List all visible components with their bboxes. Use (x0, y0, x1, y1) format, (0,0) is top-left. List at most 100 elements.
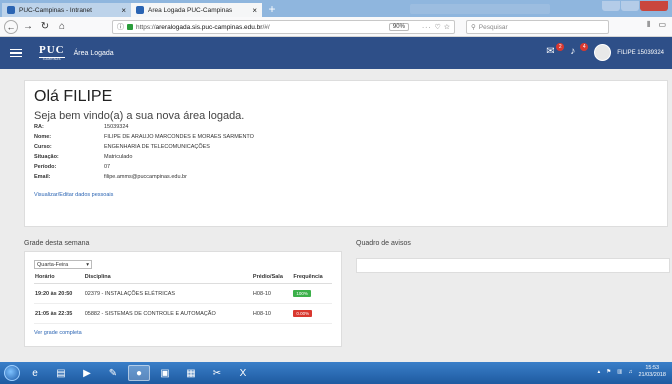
alert-badge: 4 (580, 42, 589, 51)
field-label: Período: (34, 163, 57, 170)
class-discipline: 02379 - INSTALAÇÕES ELÉTRICAS (83, 283, 252, 304)
folder-icon[interactable]: ▤ (50, 365, 72, 381)
field-value: 15039324 (104, 124, 129, 130)
url-text[interactable]: https://areralogada.sis.puc-campinas.edu… (136, 24, 386, 31)
tab-label: Área Logada PUC-Campinas (148, 6, 233, 14)
library-icon[interactable]: ⫴ (647, 20, 650, 30)
maximize-button[interactable] (621, 1, 639, 11)
class-room: H08-10 (251, 283, 293, 304)
field-value: 07 (104, 163, 111, 170)
tab-area-logada[interactable]: Área Logada PUC-Campinas × (131, 3, 262, 17)
ie-icon[interactable]: e (24, 365, 46, 381)
field-label: Curso: (34, 143, 52, 150)
paint-icon[interactable]: ✎ (102, 365, 124, 381)
close-tab-icon[interactable]: × (252, 6, 257, 15)
class-time: 19:20 às 20:50 (34, 283, 84, 304)
explorer-icon[interactable]: ▣ (154, 365, 176, 381)
frequency-badge: 100% (293, 290, 311, 297)
back-arrow-icon[interactable]: ← (4, 19, 18, 34)
tab-intranet[interactable]: PUC-Campinas - Intranet × (2, 3, 131, 17)
start-button[interactable] (4, 365, 20, 381)
zoom-level[interactable]: 90% (388, 23, 409, 31)
document-icon[interactable]: ▦ (180, 365, 202, 381)
reload-icon[interactable]: ↻ (38, 20, 52, 34)
flag-icon[interactable]: ⚑ (606, 369, 611, 375)
page-actions-icon[interactable]: ··· (422, 24, 432, 31)
home-icon[interactable]: ⌂ (55, 20, 69, 34)
user-name[interactable]: FILIPE 15039324 (617, 50, 664, 56)
field-label: RA: (34, 124, 44, 130)
app-title: Área Logada (73, 49, 114, 57)
col-header: Prédio/Sala (251, 271, 293, 284)
table-row: 19:20 às 20:50 02379 - INSTALAÇÕES ELÉTR… (34, 283, 332, 304)
alerts-button[interactable]: ♪ 4 (570, 42, 589, 60)
grade-section-title: Grade desta semana (24, 240, 90, 247)
media-player-icon[interactable]: ▶ (76, 365, 98, 381)
day-select[interactable]: Quarta-Feira ▾ (34, 260, 92, 269)
frequency-badge: 0.00% (293, 310, 313, 317)
minimize-button[interactable] (602, 1, 620, 11)
tab-label: PUC-Campinas - Intranet (19, 6, 92, 14)
menu-icon[interactable] (10, 48, 22, 58)
excel-icon[interactable]: X (232, 365, 254, 381)
bell-icon: ♪ (570, 45, 576, 57)
firefox-icon[interactable]: ● (128, 365, 150, 381)
puc-favicon-icon (136, 6, 144, 14)
bookmark-star-icon[interactable]: ☆ (444, 23, 450, 31)
window-controls (602, 1, 668, 11)
col-header: Horário (34, 271, 84, 284)
tool-icon[interactable]: ✂ (206, 365, 228, 381)
class-frequency: 100% (292, 283, 332, 304)
field-label: Situação: (34, 153, 59, 160)
search-icon: ⚲ (471, 24, 476, 31)
header-right: ✉ 2 ♪ 4 FILIPE 15039324 (546, 42, 664, 61)
notices-board (356, 258, 670, 273)
full-schedule-link[interactable]: Ver grade completa (34, 330, 332, 336)
class-time: 21:05 às 22:35 (34, 303, 84, 324)
edit-personal-data-link[interactable]: Visualizar/Editar dados pessoais (34, 192, 658, 198)
close-tab-icon[interactable]: × (121, 6, 126, 15)
browser-titlebar: PUC-Campinas - Intranet × Área Logada PU… (0, 0, 672, 17)
toolbar-right: ⫴ ▭ (647, 20, 666, 30)
table-header-row: Horário Disciplina Prédio/Sala Frequênci… (34, 271, 332, 284)
avisos-section-title: Quadro de avisos (356, 240, 411, 247)
field-value: filipe.amms@puccampinas.edu.br (104, 173, 187, 180)
field-value: Matriculado (104, 153, 133, 160)
col-header: Disciplina (83, 271, 252, 284)
chevron-down-icon: ▾ (86, 261, 89, 268)
welcome-card: Olá FILIPE Seja bem vindo(a) a sua nova … (24, 80, 668, 227)
tray-arrow-icon[interactable]: ▴ (597, 369, 600, 375)
sidebar-icon[interactable]: ▭ (658, 20, 666, 30)
forward-arrow-icon[interactable]: → (21, 20, 35, 34)
schedule-table: Horário Disciplina Prédio/Sala Frequênci… (34, 271, 332, 324)
network-icon[interactable]: ▥ (617, 369, 622, 375)
notifications-button[interactable]: ✉ 2 (546, 42, 565, 60)
notification-badge: 2 (556, 42, 565, 51)
col-header: Frequência (292, 271, 332, 284)
url-bar[interactable]: ⓘ https://areralogada.sis.puc-campinas.e… (112, 20, 455, 34)
browser-navbar: ← → ↻ ⌂ ⓘ https://areralogada.sis.puc-ca… (0, 17, 672, 37)
close-window-button[interactable] (640, 1, 668, 11)
hello-heading: Olá FILIPE (34, 88, 113, 105)
field-value: FILIPE DE ARAUJO MARCONDES E MORAES SARM… (104, 133, 254, 140)
volume-icon[interactable]: ♫ (628, 369, 632, 375)
search-placeholder: Pesquisar (478, 23, 508, 31)
avatar[interactable] (594, 44, 612, 61)
info-icon[interactable]: ⓘ (117, 22, 124, 32)
clock[interactable]: 15:53 21/03/2018 (638, 365, 666, 379)
table-row: 21:05 às 22:35 05882 - SISTEMAS DE CONTR… (34, 303, 332, 324)
schedule-card: Quarta-Feira ▾ Horário Disciplina Prédio… (24, 251, 342, 347)
pocket-icon[interactable]: ♡ (434, 23, 440, 31)
app-header: PUC CAMPINAS Área Logada ✉ 2 ♪ 4 FILIPE … (0, 37, 672, 69)
search-bar[interactable]: ⚲ Pesquisar (466, 20, 609, 34)
windows-taskbar: e ▤ ▶ ✎ ● ▣ ▦ ✂ X ▴ ⚑ ▥ ♫ 15:53 21/03/20… (0, 362, 672, 384)
new-tab-button[interactable]: + (265, 3, 279, 17)
puc-favicon-icon (7, 6, 15, 14)
class-frequency: 0.00% (292, 303, 332, 324)
field-label: Email: (34, 173, 51, 180)
day-select-value: Quarta-Feira (37, 261, 69, 268)
system-tray: ▴ ⚑ ▥ ♫ 15:53 21/03/2018 (597, 365, 666, 379)
class-discipline: 05882 - SISTEMAS DE CONTROLE E AUTOMAÇÃO (83, 303, 252, 324)
lock-icon (127, 24, 133, 30)
field-value: ENGENHARIA DE TELECOMUNICAÇÕES (104, 143, 210, 150)
